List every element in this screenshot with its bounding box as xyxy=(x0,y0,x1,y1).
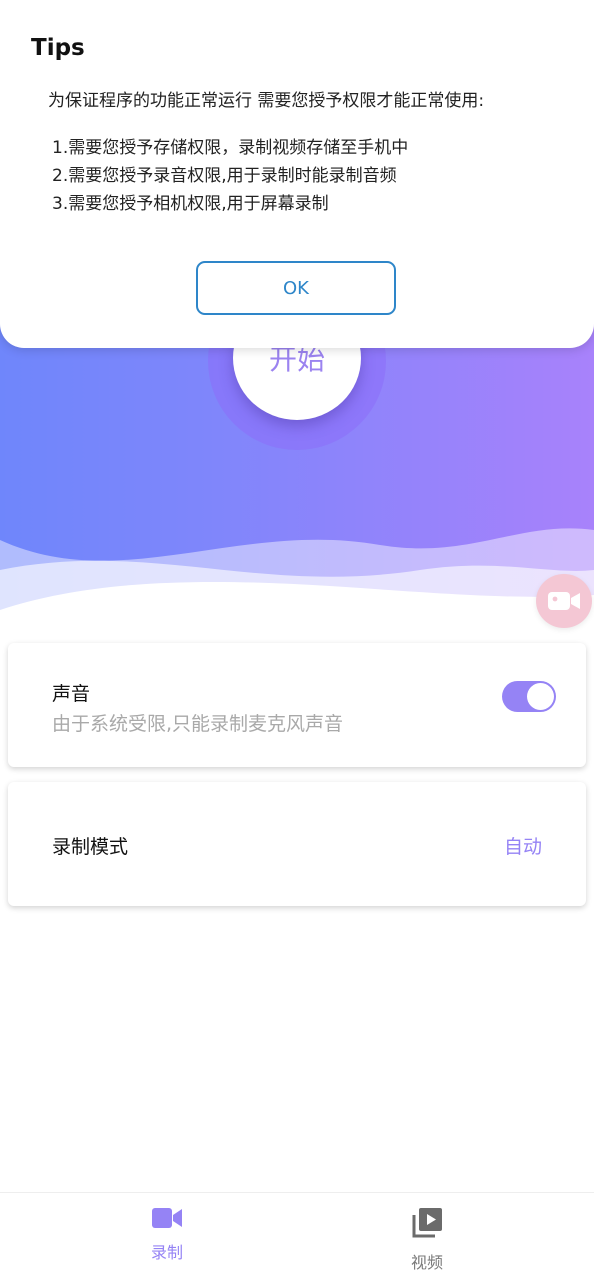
video-camera-icon xyxy=(152,1208,182,1228)
permission-item-audio: 2.需要您授予录音权限,用于录制时能录制音频 xyxy=(52,166,397,186)
nav-item-video[interactable]: 视频 xyxy=(367,1207,487,1273)
toggle-knob xyxy=(527,683,554,710)
permission-item-camera: 3.需要您授予相机权限,用于屏幕录制 xyxy=(52,194,329,214)
sound-toggle[interactable] xyxy=(502,681,556,712)
hero-wave-decoration xyxy=(0,528,594,640)
sound-subtitle: 由于系统受限,只能录制麦克风声音 xyxy=(52,713,344,735)
dialog-intro: 为保证程序的功能正常运行 需要您授予权限才能正常使用: xyxy=(48,91,485,111)
video-camera-icon xyxy=(548,592,580,610)
record-mode-title: 录制模式 xyxy=(52,836,129,858)
sound-settings-card: 声音 由于系统受限,只能录制麦克风声音 xyxy=(8,643,586,767)
record-mode-value[interactable]: 自动 xyxy=(504,832,542,859)
nav-label-record: 录制 xyxy=(150,1243,183,1262)
dialog-title: Tips xyxy=(31,35,85,61)
video-library-icon xyxy=(412,1208,442,1238)
permission-item-storage: 1.需要您授予存储权限，录制视频存储至手机中 xyxy=(52,138,409,158)
bottom-navigation: 录制 视频 xyxy=(0,1192,594,1281)
permission-tips-dialog: Tips 为保证程序的功能正常运行 需要您授予权限才能正常使用: 1.需要您授予… xyxy=(0,0,594,348)
permission-list: 1.需要您授予存储权限，录制视频存储至手机中 2.需要您授予录音权限,用于录制时… xyxy=(52,134,408,218)
ok-button[interactable]: OK xyxy=(196,261,396,315)
nav-label-video: 视频 xyxy=(410,1253,443,1272)
sound-title: 声音 xyxy=(52,683,91,705)
nav-item-record[interactable]: 录制 xyxy=(107,1207,227,1263)
floating-camera-button[interactable] xyxy=(536,574,592,628)
ok-button-label: OK xyxy=(283,277,309,299)
record-mode-card[interactable]: 录制模式 自动 xyxy=(8,782,586,906)
